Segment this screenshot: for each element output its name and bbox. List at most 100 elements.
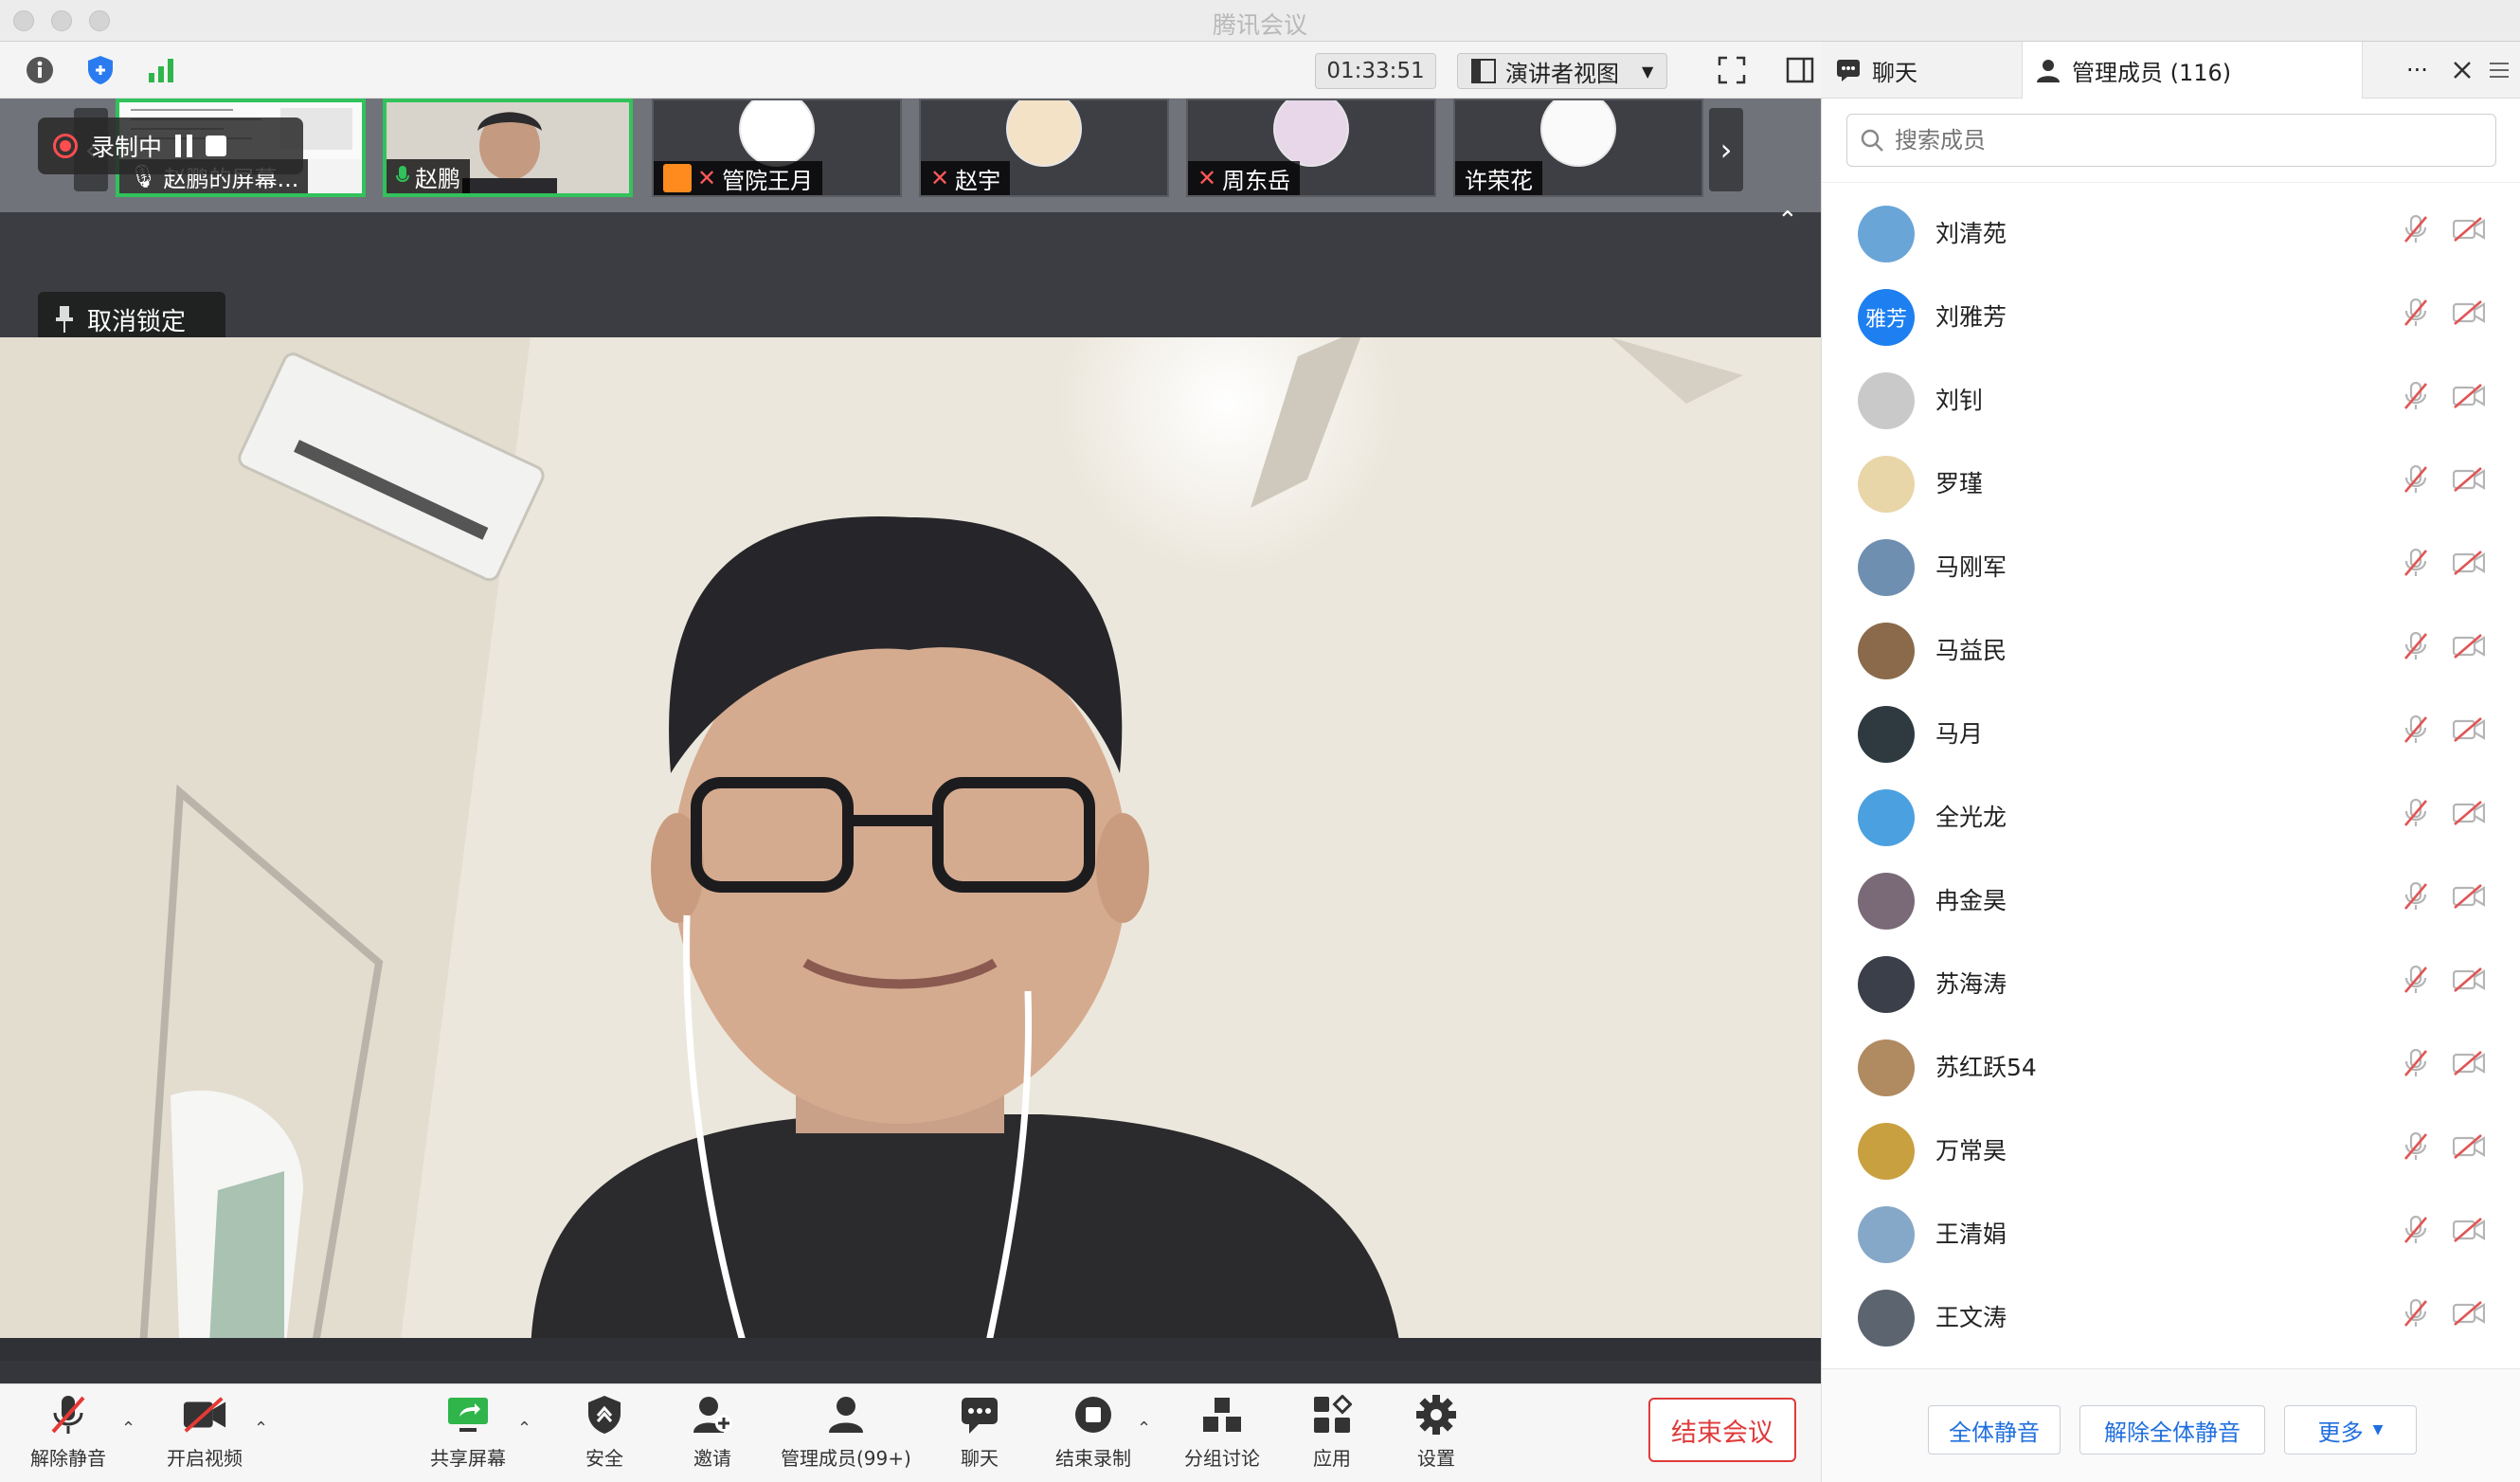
video-options-caret-icon[interactable]: ⌃	[254, 1419, 268, 1438]
stop-recording-icon[interactable]	[206, 136, 227, 156]
share-screen-button[interactable]: 共享屏幕	[430, 1392, 506, 1471]
menu-icon[interactable]	[2490, 42, 2509, 99]
view-mode-dropdown[interactable]: 演讲者视图 ▼	[1457, 53, 1667, 89]
unmute-label: 解除静音	[30, 1447, 106, 1470]
camera-off-icon[interactable]	[2452, 1301, 2486, 1329]
mic-muted-icon[interactable]	[2403, 1048, 2428, 1081]
mic-muted-icon: ✕	[697, 165, 717, 191]
member-row[interactable]: 马刚军	[1822, 524, 2520, 607]
member-row[interactable]: 苏海涛	[1822, 941, 2520, 1024]
end-record-button[interactable]: 结束录制	[1055, 1392, 1131, 1471]
meeting-timer: 01:33:51	[1315, 53, 1436, 89]
thumb-participant[interactable]: ✕ 赵宇	[919, 99, 1169, 197]
mic-muted-icon[interactable]	[2403, 464, 2428, 497]
thumb-label: ✕ 赵宇	[921, 161, 1011, 195]
camera-off-icon[interactable]	[2452, 467, 2486, 496]
mic-muted-icon[interactable]	[2403, 965, 2428, 998]
member-row[interactable]: 万常昊	[1822, 1108, 2520, 1191]
camera-off-icon[interactable]	[2452, 717, 2486, 746]
camera-off-icon[interactable]	[2452, 1218, 2486, 1246]
thumb-active-speaker[interactable]: 赵鹏	[383, 99, 633, 197]
mic-muted-icon[interactable]	[2403, 631, 2428, 664]
member-row[interactable]: 王清娟	[1822, 1191, 2520, 1274]
avatar	[1006, 100, 1082, 167]
camera-off-icon[interactable]	[2452, 1051, 2486, 1079]
collapse-filmstrip-icon[interactable]: ⌃	[1777, 207, 1798, 235]
fullscreen-icon[interactable]	[1717, 55, 1747, 85]
person-icon	[2037, 60, 2060, 82]
mic-muted-icon[interactable]	[2403, 1131, 2428, 1165]
member-row[interactable]: 马益民	[1822, 607, 2520, 691]
record-options-caret-icon[interactable]: ⌃	[1137, 1419, 1151, 1438]
member-row[interactable]: 冉金昊	[1822, 858, 2520, 941]
thumb-participant[interactable]: ✕ 周东岳	[1186, 99, 1436, 197]
member-row[interactable]: 雅芳 刘雅芳	[1822, 274, 2520, 357]
camera-off-icon[interactable]	[2452, 634, 2486, 662]
mic-muted-icon[interactable]	[2403, 298, 2428, 331]
member-name: 马刚军	[1935, 553, 2007, 581]
camera-off-icon[interactable]	[2452, 884, 2486, 913]
shield-icon[interactable]	[85, 55, 116, 85]
member-row[interactable]: 罗瑾	[1822, 441, 2520, 524]
meeting-info-icon[interactable]	[25, 55, 55, 85]
manage-members-button[interactable]: 管理成员(99+)	[781, 1392, 911, 1471]
thumb-label: 赵鹏	[387, 159, 470, 193]
panel-footer: 全体静音 解除全体静音 更多 ▼	[1822, 1368, 2520, 1482]
pause-recording-icon[interactable]	[175, 135, 193, 157]
toggle-sidebar-icon[interactable]	[1785, 55, 1815, 85]
invite-button[interactable]: 邀请	[690, 1392, 735, 1471]
unmute-all-button[interactable]: 解除全体静音	[2079, 1405, 2265, 1455]
search-input[interactable]	[1895, 127, 2463, 154]
mic-muted-icon[interactable]	[2403, 1298, 2428, 1331]
member-row[interactable]: 马月	[1822, 691, 2520, 774]
avatar-initials: 雅芳	[1864, 308, 1907, 332]
mute-all-button[interactable]: 全体静音	[1928, 1405, 2061, 1455]
end-meeting-button[interactable]: 结束会议	[1648, 1398, 1796, 1462]
member-search-box[interactable]	[1846, 114, 2496, 167]
mic-muted-icon[interactable]	[2403, 548, 2428, 581]
mic-muted-icon[interactable]	[2403, 714, 2428, 748]
avatar	[1858, 372, 1915, 429]
settings-button[interactable]: 设置	[1413, 1392, 1459, 1471]
member-row[interactable]: 苏红跃54	[1822, 1024, 2520, 1108]
camera-off-icon[interactable]	[2452, 967, 2486, 996]
mic-muted-icon[interactable]	[2403, 214, 2428, 247]
member-row[interactable]: 刘钊	[1822, 357, 2520, 441]
invite-label: 邀请	[693, 1447, 731, 1470]
title-bar: 腾讯会议	[0, 0, 2520, 42]
camera-off-icon[interactable]	[2452, 1134, 2486, 1163]
camera-off-icon[interactable]	[2452, 384, 2486, 412]
member-row[interactable]: 刘清苑	[1822, 190, 2520, 274]
tab-chat-label: 聊天	[1872, 59, 1917, 86]
camera-off-icon[interactable]	[2452, 217, 2486, 245]
member-row[interactable]: 王文涛	[1822, 1274, 2520, 1358]
gear-icon	[1413, 1392, 1459, 1437]
breakout-button[interactable]: 分组讨论	[1184, 1392, 1260, 1471]
more-button[interactable]: 更多 ▼	[2284, 1405, 2417, 1455]
mic-muted-icon[interactable]	[2403, 881, 2428, 914]
network-signal-icon[interactable]	[146, 55, 176, 85]
chat-label: 聊天	[961, 1447, 999, 1470]
chat-button[interactable]: 聊天	[957, 1392, 1002, 1471]
unmute-button[interactable]: 解除静音	[30, 1392, 106, 1471]
start-video-button[interactable]: 开启视频	[167, 1392, 243, 1471]
tab-chat[interactable]: 聊天	[1836, 42, 1917, 99]
share-options-caret-icon[interactable]: ⌃	[517, 1419, 531, 1438]
thumb-participant[interactable]: 许荣花	[1453, 99, 1703, 197]
camera-off-icon[interactable]	[2452, 551, 2486, 579]
mic-muted-icon[interactable]	[2403, 1215, 2428, 1248]
camera-off-icon[interactable]	[2452, 801, 2486, 829]
audio-options-caret-icon[interactable]: ⌃	[121, 1419, 135, 1438]
filmstrip-next-icon[interactable]: ›	[1709, 108, 1743, 191]
tab-members[interactable]: 管理成员 (116)	[2022, 42, 2363, 99]
member-row[interactable]: 全光龙	[1822, 774, 2520, 858]
mic-muted-icon[interactable]	[2403, 798, 2428, 831]
camera-off-icon[interactable]	[2452, 300, 2486, 329]
avatar	[1858, 1039, 1915, 1096]
apps-button[interactable]: 应用	[1309, 1392, 1355, 1471]
mic-muted-icon[interactable]	[2403, 381, 2428, 414]
thumb-participant[interactable]: ✕ 管院王月	[652, 99, 902, 197]
more-options-icon[interactable]: ···	[2406, 42, 2428, 99]
close-panel-icon[interactable]	[2452, 42, 2473, 99]
security-button[interactable]: 安全	[582, 1392, 627, 1471]
